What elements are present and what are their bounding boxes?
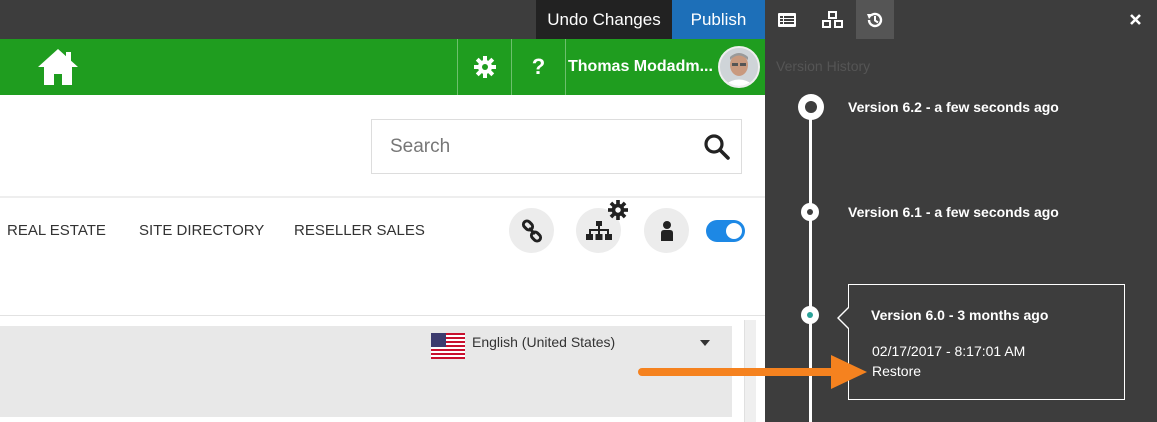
version-item[interactable]: Version 6.2 - a few seconds ago bbox=[848, 99, 1059, 115]
us-flag-icon bbox=[431, 333, 465, 359]
nav-item-site-directory[interactable]: SITE DIRECTORY bbox=[139, 222, 264, 239]
timeline-node-selected[interactable] bbox=[801, 306, 819, 324]
nav-item-reseller-sales[interactable]: RESELLER SALES bbox=[294, 222, 425, 239]
caret-down-icon[interactable] bbox=[700, 340, 710, 346]
language-select[interactable]: English (United States) bbox=[472, 334, 615, 350]
user-name[interactable]: Thomas Modadm... bbox=[568, 39, 718, 95]
help-label: ? bbox=[531, 54, 546, 79]
version-item[interactable]: Version 6.1 - a few seconds ago bbox=[848, 204, 1059, 220]
gear-icon[interactable] bbox=[608, 200, 628, 225]
toggle-knob bbox=[726, 223, 742, 239]
user-icon[interactable] bbox=[644, 208, 689, 253]
language-bar bbox=[0, 326, 732, 417]
timeline-node-current[interactable] bbox=[798, 94, 824, 120]
popup-version-title: Version 6.0 - 3 months ago bbox=[871, 307, 1049, 323]
help-icon[interactable]: ? bbox=[512, 39, 565, 95]
arrow-annotation-icon bbox=[638, 352, 868, 397]
header-divider bbox=[0, 196, 765, 198]
close-icon[interactable] bbox=[1120, 0, 1150, 39]
version-details-popup: Version 6.0 - 3 months ago 02/17/2017 - … bbox=[837, 284, 1125, 400]
nav-item-real-estate[interactable]: REAL ESTATE bbox=[7, 222, 106, 239]
search-placeholder: Search bbox=[390, 136, 451, 157]
avatar[interactable] bbox=[718, 46, 760, 88]
search-icon[interactable] bbox=[703, 133, 731, 166]
edit-mode-toggle[interactable] bbox=[706, 220, 745, 242]
search-input[interactable]: Search bbox=[371, 119, 742, 174]
content-divider bbox=[0, 315, 765, 316]
history-icon[interactable] bbox=[856, 0, 894, 39]
popup-version-date: 02/17/2017 - 8:17:01 AM bbox=[872, 343, 1026, 359]
list-icon[interactable] bbox=[765, 0, 809, 39]
boxes-icon[interactable] bbox=[809, 0, 856, 39]
link-icon[interactable] bbox=[509, 208, 554, 253]
header-separator bbox=[565, 39, 566, 95]
version-history-title: Version History bbox=[776, 58, 871, 74]
restore-link[interactable]: Restore bbox=[872, 363, 921, 379]
undo-changes-button[interactable]: Undo Changes bbox=[536, 0, 672, 39]
home-icon[interactable] bbox=[36, 47, 80, 87]
publish-button[interactable]: Publish bbox=[672, 0, 765, 39]
gear-icon[interactable] bbox=[458, 39, 511, 95]
timeline-node[interactable] bbox=[801, 203, 819, 221]
